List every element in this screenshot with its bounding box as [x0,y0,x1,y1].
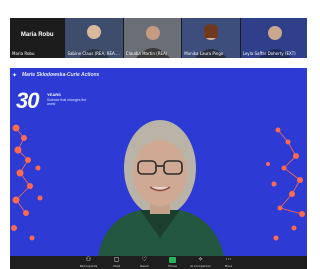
participant-name: Leyla Saffar Doherty (EXT) [242,51,296,56]
ai-companion-icon: ✧ [197,257,204,263]
participants-button[interactable]: ⚇ Participants [79,256,99,269]
ai-companion-button[interactable]: ✧ AI Companion [190,256,211,269]
toolbar-label: AI Companion [190,264,211,268]
toolbar-label: Participants [79,264,98,268]
participant-tile[interactable]: Leyla Saffar Doherty (EXT) [240,18,307,58]
participant-tile-active[interactable]: Maria Robu Maria Robu [10,18,65,58]
more-button[interactable]: ⋯ More [219,256,239,269]
participant-name: Monika Laura Pingo [184,51,224,56]
participant-name: Claudia Martin (REA) [125,51,168,56]
meeting-toolbar: ⚇ Participants ▢ Chat ♡ React Share ✧ AI… [10,256,307,269]
toolbar-label: React [140,264,149,268]
toolbar-label: More [224,264,233,268]
chat-icon: ▢ [113,257,120,263]
react-button[interactable]: ♡ React [135,256,155,269]
participant-tile[interactable]: Monika Laura Pingo [182,18,240,58]
participant-tile[interactable]: Claudia Martin (REA) [123,18,182,58]
speaker-video [98,120,224,256]
participant-tile[interactable]: Sabine Claus (REA, REA.B) (El... [65,18,123,58]
toolbar-label: Share [168,264,177,268]
active-speaker-name: Maria Robu [20,32,54,38]
more-icon: ⋯ [225,257,232,263]
participants-icon: ⚇ [85,257,92,263]
share-button[interactable]: Share [163,256,183,269]
participant-name: Maria Robu [12,51,35,56]
toolbar-label: Chat [112,264,120,268]
participant-strip: Maria Robu Maria Robu Sabine Claus (REA,… [10,18,307,58]
participant-name: Sabine Claus (REA, REA.B) (El... [67,51,122,56]
chat-button[interactable]: ▢ Chat [107,256,127,269]
react-icon: ♡ [141,257,148,263]
share-icon [169,257,176,263]
main-video: ✦ Marie Skłodowska-Curie Actions 30 YEAR… [10,68,307,256]
